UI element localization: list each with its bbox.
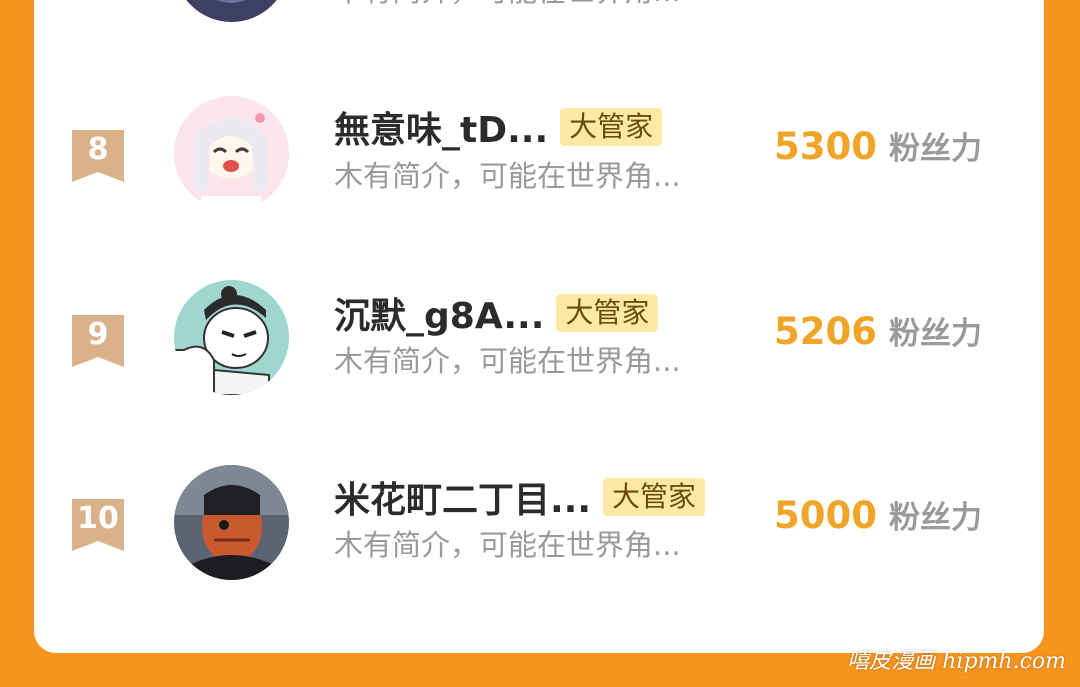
rank-number: 10 <box>77 501 119 536</box>
user-bio: 木有简介，可能在世界角... <box>334 344 681 378</box>
role-badge: 大管家 <box>603 478 706 516</box>
user-name-line: 沉默_g8A... 大管家 <box>334 291 659 337</box>
rank-number: 8 <box>87 132 109 167</box>
user-bio: 木有简介，可能在世界角... <box>334 528 681 562</box>
rank-badge: 10 <box>72 499 124 551</box>
rank-number: 9 <box>87 317 109 352</box>
user-name[interactable]: 沉默_g8A... <box>334 287 544 339</box>
avatar[interactable] <box>174 465 289 580</box>
fan-score-unit: 粉丝力 <box>888 500 982 536</box>
fan-score-value: 5206 <box>774 310 877 353</box>
list-item[interactable]: 9 沉默_g8A... 大管家 木有简介，可能在世界角... 5206 粉丝力 <box>34 280 1044 410</box>
avatar[interactable] <box>174 0 289 22</box>
rank-badge: 8 <box>72 130 124 182</box>
list-item-partial[interactable]: 木有简介，可能在世界角... <box>34 0 1044 60</box>
list-item[interactable]: 8 無意味_tD... 大管家 木有简介，可能在世界角... 5300 粉丝力 <box>34 95 1044 225</box>
user-bio: 木有简介，可能在世界角... <box>334 159 681 193</box>
list-item[interactable]: 10 米花町二丁目... 大管家 木有简介，可能在世界角... 5000 粉丝力 <box>34 464 1044 594</box>
fan-score-value: 5300 <box>774 125 877 168</box>
fan-score: 5300 粉丝力 <box>774 123 982 168</box>
fan-score: 5000 粉丝力 <box>774 492 982 537</box>
ranking-panel: 木有简介，可能在世界角... 8 無意味_tD... 大管家 <box>34 0 1044 653</box>
user-name[interactable]: 無意味_tD... <box>334 101 548 153</box>
site-watermark: 嘻皮漫画 hipmh.com <box>847 649 1066 674</box>
fan-score: 5206 粉丝力 <box>774 308 982 353</box>
user-bio: 木有简介，可能在世界角... <box>334 0 681 10</box>
avatar[interactable] <box>174 280 289 395</box>
user-name-line: 無意味_tD... 大管家 <box>334 105 663 151</box>
user-name[interactable]: 米花町二丁目... <box>334 471 591 523</box>
fan-score-unit: 粉丝力 <box>888 316 982 352</box>
fan-score-unit: 粉丝力 <box>888 131 982 167</box>
rank-badge: 9 <box>72 315 124 367</box>
role-badge: 大管家 <box>560 108 663 146</box>
fan-score-value: 5000 <box>774 494 877 537</box>
role-badge: 大管家 <box>556 294 659 332</box>
avatar[interactable] <box>174 96 289 211</box>
user-name-line: 米花町二丁目... 大管家 <box>334 475 706 521</box>
